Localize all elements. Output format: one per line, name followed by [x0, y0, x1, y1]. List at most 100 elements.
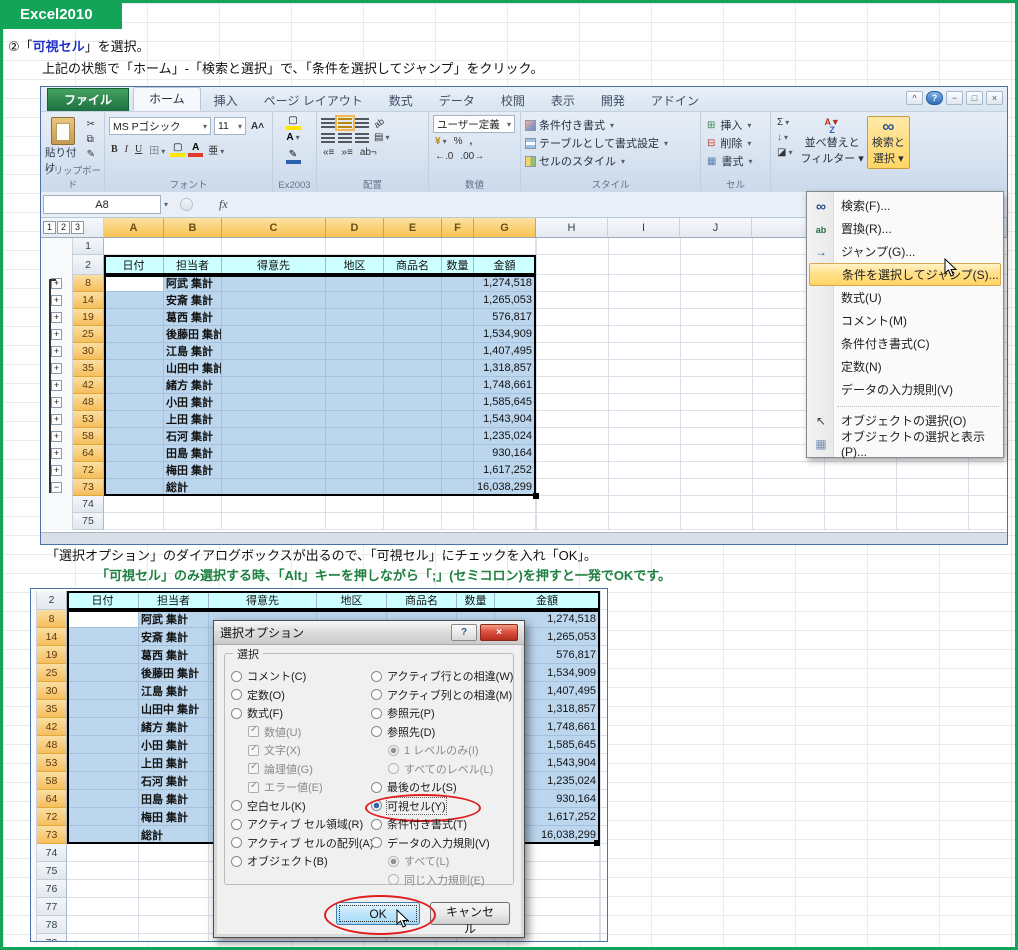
ribbon-tab[interactable]: 表示 [538, 91, 588, 111]
radio-icon[interactable] [371, 671, 382, 682]
dialog-option[interactable]: コメント(C) [231, 667, 371, 686]
cell-amount[interactable]: 1,407,495 [474, 343, 536, 360]
dialog-option[interactable]: 定数(O) [231, 686, 371, 705]
header-customer[interactable]: 得意先 [222, 255, 326, 275]
help-icon[interactable]: ? [926, 91, 943, 105]
format-as-table-button[interactable]: テーブルとして書式設定 [539, 135, 659, 151]
ribbon-tab[interactable]: 数式 [376, 91, 426, 111]
cell-name[interactable]: 江島 集計 [139, 682, 209, 700]
cell-amount[interactable]: 576,817 [474, 309, 536, 326]
empty-cells[interactable] [536, 479, 1007, 496]
row-header[interactable]: 53 [73, 411, 104, 428]
cell[interactable] [442, 428, 474, 445]
align-middle-icon[interactable] [338, 118, 352, 128]
percent-icon[interactable]: % [452, 135, 465, 148]
cell[interactable] [442, 326, 474, 343]
radio-icon[interactable] [371, 689, 382, 700]
align-center-icon[interactable] [338, 133, 352, 143]
cell[interactable] [442, 462, 474, 479]
ribbon-tab[interactable]: 開発 [588, 91, 638, 111]
cell-styles-button[interactable]: セルのスタイル [539, 153, 616, 169]
col-header-b[interactable]: B [164, 218, 222, 238]
cell-name[interactable]: 後藤田 集計 [164, 326, 222, 343]
cell-name[interactable]: 石河 集計 [164, 428, 222, 445]
dialog-option[interactable]: 数式(F) [231, 704, 371, 723]
cell-a[interactable] [104, 292, 164, 309]
cell-a[interactable] [67, 790, 139, 808]
autosum-icon[interactable]: Σ▾ [775, 116, 794, 129]
cell-amount[interactable]: 1,318,857 [474, 360, 536, 377]
row-header[interactable]: 8 [37, 610, 67, 628]
cell[interactable] [222, 411, 326, 428]
row-header[interactable]: 53 [37, 754, 67, 772]
conditional-format-button[interactable]: 条件付き書式 [539, 117, 605, 133]
dialog-option[interactable]: 条件付き書式(T) [371, 815, 523, 834]
header-person[interactable]: 担当者 [164, 255, 222, 275]
cell[interactable] [442, 343, 474, 360]
col-header-d[interactable]: D [326, 218, 384, 238]
col-header-g[interactable]: G [474, 218, 536, 238]
cell-name[interactable]: 上田 集計 [164, 411, 222, 428]
row-header[interactable]: 48 [37, 736, 67, 754]
cell-a[interactable] [67, 826, 139, 844]
col-header-i[interactable]: I [608, 218, 680, 238]
orientation-icon[interactable]: ab [370, 114, 388, 132]
scrollbar-strip[interactable] [41, 532, 1007, 544]
cell[interactable] [326, 326, 384, 343]
header-product[interactable]: 商品名 [384, 255, 442, 275]
ex-font-color-icon[interactable]: A▾ [286, 132, 301, 147]
cell[interactable] [326, 411, 384, 428]
outline-gutter-cell[interactable]: + [41, 275, 73, 292]
empty-cells[interactable] [600, 682, 607, 700]
outline-gutter-cell[interactable]: + [41, 394, 73, 411]
cell-amount[interactable]: 930,164 [474, 445, 536, 462]
dialog-option[interactable]: 空白セル(K) [231, 797, 371, 816]
header-amount[interactable]: 金額 [495, 591, 600, 610]
row-header[interactable]: 42 [73, 377, 104, 394]
table-row[interactable]: + 72 梅田 集計 1,617,252 [41, 462, 1007, 479]
empty-cells[interactable] [600, 646, 607, 664]
cell-a[interactable] [67, 736, 139, 754]
cell[interactable] [442, 394, 474, 411]
cell[interactable] [384, 411, 442, 428]
ribbon-tab[interactable]: ファイル [47, 88, 129, 111]
fill-down-icon[interactable]: ↓▾ [775, 131, 794, 144]
cell[interactable] [222, 343, 326, 360]
header-row-2[interactable]: 2 日付 担当者 得意先 地区 商品名 数量 金額 [31, 591, 607, 610]
cell[interactable] [326, 275, 384, 292]
decrease-indent-icon[interactable]: «≡ [321, 146, 336, 159]
cell-name[interactable]: 山田中 集計 [164, 360, 222, 377]
cell[interactable] [222, 462, 326, 479]
dialog-option[interactable]: 可視セル(Y) [371, 797, 523, 816]
radio-icon[interactable] [371, 726, 382, 737]
cell-name[interactable]: 梅田 集計 [164, 462, 222, 479]
header-date[interactable]: 日付 [104, 255, 164, 275]
header-area[interactable]: 地区 [317, 591, 387, 610]
menu-item[interactable]: データの入力規則(V) [807, 378, 1003, 401]
cell-amount[interactable]: 1,748,661 [474, 377, 536, 394]
col-header-c[interactable]: C [222, 218, 326, 238]
row-header[interactable]: 25 [37, 664, 67, 682]
cell[interactable] [384, 309, 442, 326]
format-painter-icon[interactable]: ✎ [85, 148, 97, 161]
header-qty[interactable]: 数量 [457, 591, 495, 610]
empty-cells[interactable] [600, 826, 607, 844]
copy-icon[interactable]: ⧉ [85, 133, 97, 146]
cell-name[interactable]: 阿武 集計 [164, 275, 222, 292]
fill-color-icon[interactable]: ▢ [170, 142, 185, 157]
cell-amount[interactable]: 1,265,053 [474, 292, 536, 309]
cell-name[interactable]: 緒方 集計 [139, 718, 209, 736]
cell-a[interactable] [67, 700, 139, 718]
cell[interactable] [326, 343, 384, 360]
radio-icon[interactable] [248, 782, 259, 793]
menu-item[interactable]: ジャンプ(G)... [807, 240, 1003, 263]
empty-cells[interactable] [600, 754, 607, 772]
dialog-option[interactable]: 参照先(D) [371, 723, 523, 742]
col-header-e[interactable]: E [384, 218, 442, 238]
dialog-close-icon[interactable]: × [480, 624, 518, 641]
cell[interactable] [326, 428, 384, 445]
cell[interactable] [222, 445, 326, 462]
cell-name[interactable]: 小田 集計 [139, 736, 209, 754]
cell[interactable] [384, 445, 442, 462]
cell[interactable] [326, 445, 384, 462]
